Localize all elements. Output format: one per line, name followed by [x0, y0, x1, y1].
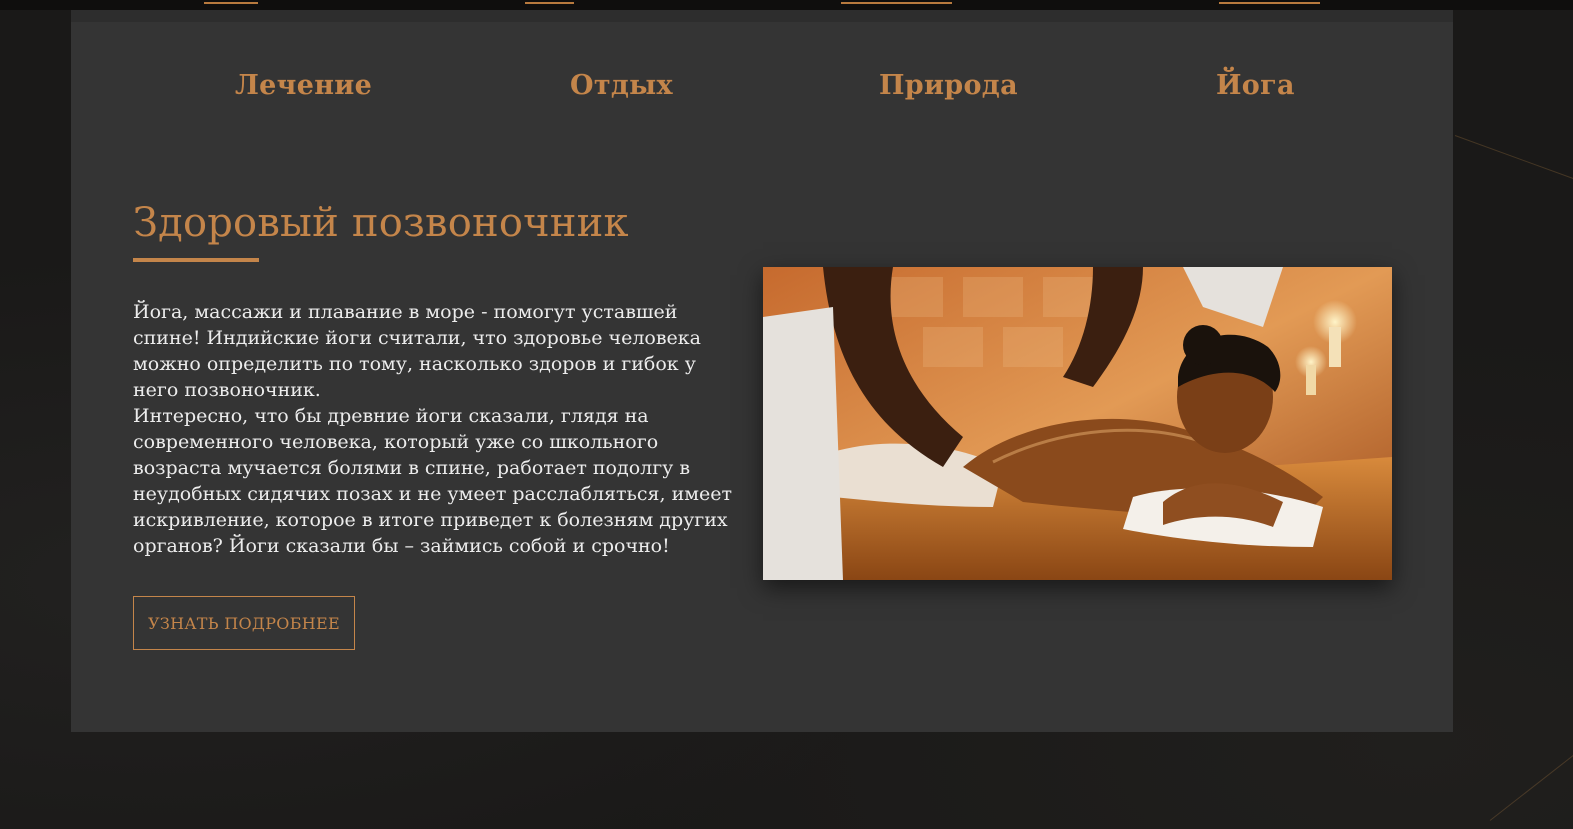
tab-nature[interactable]: Природа	[879, 70, 1018, 101]
article-body: Йога, массажи и плавание в море - помогу…	[133, 299, 745, 559]
page-background: Лечение Отдых Природа Йога Здоровый позв…	[0, 0, 1573, 829]
tab-rest[interactable]: Отдых	[570, 70, 673, 101]
tab-treatment[interactable]: Лечение	[235, 70, 372, 101]
content-panel: Лечение Отдых Природа Йога Здоровый позв…	[71, 10, 1453, 732]
article-paragraph: Интересно, что бы древние йоги сказали, …	[133, 405, 733, 557]
article-title: Здоровый позвоночник	[133, 200, 629, 246]
category-tabs: Лечение Отдых Природа Йога	[71, 70, 1453, 120]
top-nav-underline	[204, 2, 258, 4]
learn-more-button[interactable]: УЗНАТЬ ПОДРОБНЕЕ	[133, 596, 355, 650]
tab-yoga[interactable]: Йога	[1216, 70, 1295, 101]
top-nav-underline	[525, 2, 574, 4]
top-nav-underline	[1219, 2, 1320, 4]
massage-photo-illustration	[763, 267, 1392, 580]
top-nav-underline	[841, 2, 952, 4]
decorative-line	[1454, 135, 1573, 184]
panel-top-bar	[71, 10, 1453, 22]
decorative-line	[1489, 752, 1573, 821]
title-underline	[133, 258, 259, 262]
top-navigation-strip	[0, 0, 1573, 10]
massage-photo	[763, 267, 1392, 580]
article-paragraph: Йога, массажи и плавание в море - помогу…	[133, 301, 701, 401]
